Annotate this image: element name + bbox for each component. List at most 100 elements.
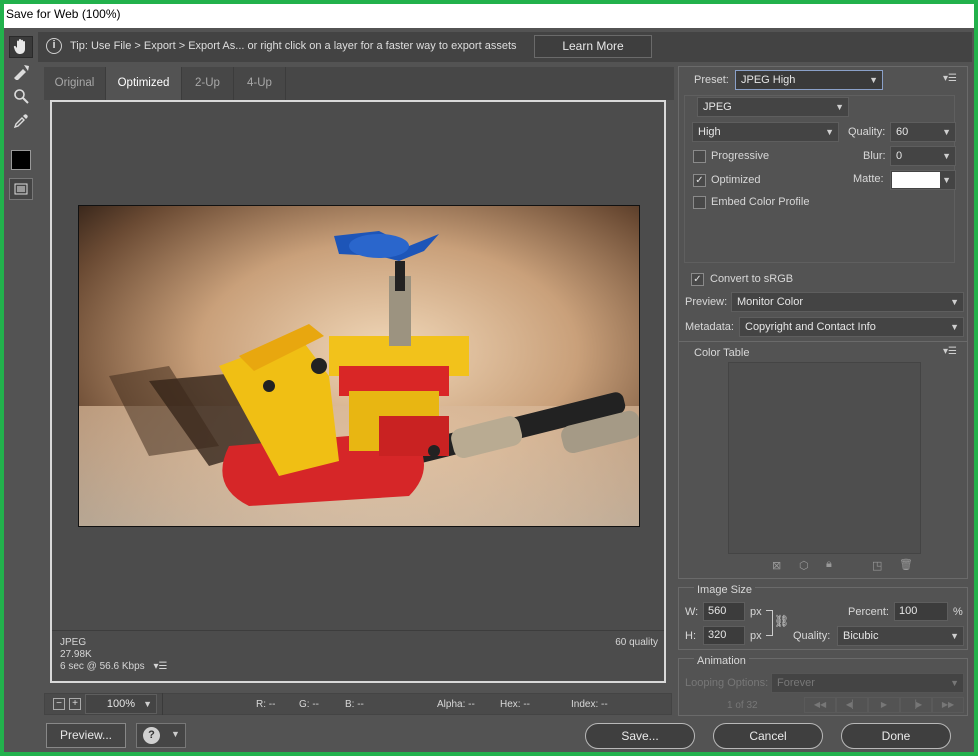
quality-value: 60 xyxy=(896,126,909,138)
chevron-down-icon: ▼ xyxy=(143,699,152,709)
download-speed-menu-icon[interactable]: ▾☰ xyxy=(153,661,167,672)
animation-title: Animation xyxy=(694,655,749,667)
resample-quality-value: Bicubic xyxy=(843,630,879,642)
metadata-label: Metadata: xyxy=(685,321,734,333)
chevron-down-icon: ▼ xyxy=(869,75,878,85)
lock-icon[interactable]: 🔒︎ xyxy=(826,558,832,571)
color-table-menu-icon[interactable]: ▾☰ xyxy=(943,346,957,357)
preview-quality: 60 quality xyxy=(615,637,658,648)
chevron-down-icon: ▼ xyxy=(950,631,959,641)
blur-value: 0 xyxy=(896,150,903,162)
frame-controls: ◀◀ ◀▏ ▶ ▕▶ ▶▶ xyxy=(804,697,964,713)
embed-color-profile-label: Embed Color Profile xyxy=(711,196,810,208)
chevron-down-icon: ▼ xyxy=(950,297,959,307)
matte-color-swatch xyxy=(892,172,940,188)
convert-srgb-label: Convert to sRGB xyxy=(710,273,794,285)
preset-label: Preset: xyxy=(694,74,729,86)
resample-quality-label: Quality: xyxy=(793,630,831,642)
file-format-select[interactable]: JPEG ▼ xyxy=(697,97,849,117)
next-frame-icon[interactable]: ▕▶ xyxy=(900,697,932,713)
first-frame-icon[interactable]: ◀◀ xyxy=(804,697,836,713)
new-color-icon[interactable]: ◳ xyxy=(872,559,882,572)
convert-srgb-checkbox[interactable]: ✓ xyxy=(691,273,704,286)
chevron-down-icon: ▼ xyxy=(942,127,951,137)
width-input[interactable]: 560 xyxy=(703,602,745,621)
resample-quality-select[interactable]: Bicubic ▼ xyxy=(837,626,964,646)
optimized-checkbox[interactable]: ✓ xyxy=(693,174,706,187)
preview-format: JPEG xyxy=(60,637,87,648)
preview-download-time: 6 sec @ 56.6 Kbps xyxy=(60,661,145,672)
chevron-down-icon: ▼ xyxy=(942,151,951,161)
save-button[interactable]: Save... xyxy=(585,723,695,749)
browser-preview-menu[interactable]: ? ▼ xyxy=(136,723,186,748)
tool-bar xyxy=(4,28,38,712)
tab-2-up[interactable]: 2-Up xyxy=(182,67,234,100)
optimized-image xyxy=(78,205,640,527)
eyedropper-color-swatch[interactable] xyxy=(11,150,31,170)
progressive-label: Progressive xyxy=(711,150,770,162)
quality-input[interactable]: 60 ▼ xyxy=(890,122,956,142)
image-size-title: Image Size xyxy=(694,584,756,596)
optimize-menu-icon[interactable]: ▾☰ xyxy=(943,73,957,84)
height-unit: px xyxy=(750,630,762,642)
red-value: R: -- xyxy=(256,699,276,710)
zoom-level-select[interactable]: 100% ▼ xyxy=(85,694,157,714)
preset-value: JPEG High xyxy=(741,74,796,86)
slice-select-tool-icon[interactable] xyxy=(9,61,33,83)
percent-input[interactable]: 100 xyxy=(894,602,948,621)
looping-value: Forever xyxy=(777,677,815,689)
zoom-out-icon[interactable]: − xyxy=(53,698,65,710)
quality-level-value: High xyxy=(698,126,721,138)
web-shift-icon[interactable]: ⬡ xyxy=(799,559,809,572)
alpha-value: Alpha: -- xyxy=(437,699,475,710)
preview-label: Preview: xyxy=(685,296,728,308)
optimized-label: Optimized xyxy=(711,174,761,186)
preview-color-select[interactable]: Monitor Color ▼ xyxy=(731,292,964,312)
toggle-slices-icon[interactable] xyxy=(9,178,33,200)
trash-icon[interactable]: 🗑︎ xyxy=(899,558,913,571)
tab-optimized[interactable]: Optimized xyxy=(106,67,182,100)
color-table-grid xyxy=(728,362,921,554)
height-input[interactable]: 320 xyxy=(703,626,745,645)
embed-color-profile-checkbox[interactable] xyxy=(693,196,706,209)
tab-4-up[interactable]: 4-Up xyxy=(234,67,286,100)
status-bar: − + 100% ▼ R: -- G: -- B: -- Alpha: -- He… xyxy=(44,693,672,715)
blue-value: B: -- xyxy=(345,699,364,710)
title-bar: Save for Web (100%) xyxy=(4,4,974,28)
map-colors-icon[interactable]: ⊠ xyxy=(772,559,781,572)
preview-button[interactable]: Preview... xyxy=(46,723,126,748)
info-icon: i xyxy=(46,38,62,54)
looping-select[interactable]: Forever ▼ xyxy=(771,673,964,693)
tip-bar: i Tip: Use File > Export > Export As... … xyxy=(38,32,972,62)
preset-select[interactable]: JPEG High ▼ xyxy=(735,70,883,90)
cancel-button[interactable]: Cancel xyxy=(713,723,823,749)
eyedropper-tool-icon[interactable] xyxy=(9,110,33,132)
zoom-level-value: 100% xyxy=(106,698,136,710)
preview-info: JPEG 27.98K 6 sec @ 56.6 Kbps ▾☰ xyxy=(60,637,167,673)
image-size-panel: Image Size W: 560 px H: 320 px ⛓︎ Percen… xyxy=(678,584,968,650)
play-icon[interactable]: ▶ xyxy=(868,697,900,713)
metadata-select[interactable]: Copyright and Contact Info ▼ xyxy=(739,317,964,337)
learn-more-button[interactable]: Learn More xyxy=(534,35,652,58)
looping-label: Looping Options: xyxy=(685,677,769,689)
hand-tool-icon[interactable] xyxy=(9,36,33,58)
blur-input[interactable]: 0 ▼ xyxy=(890,146,956,166)
animation-panel: Animation Looping Options: Forever ▼ 1 of… xyxy=(678,655,968,716)
link-constrain-icon[interactable]: ⛓︎ xyxy=(774,614,789,628)
tab-original[interactable]: Original xyxy=(44,67,106,100)
last-frame-icon[interactable]: ▶▶ xyxy=(932,697,964,713)
preview-pane[interactable]: JPEG 27.98K 6 sec @ 56.6 Kbps ▾☰ 60 qual… xyxy=(50,100,666,683)
zoom-in-icon[interactable]: + xyxy=(69,698,81,710)
preview-file-size: 27.98K xyxy=(60,649,92,660)
done-button[interactable]: Done xyxy=(841,723,951,749)
hex-value: Hex: -- xyxy=(500,699,530,710)
quality-label: Quality: xyxy=(848,126,886,138)
chevron-down-icon: ▼ xyxy=(835,102,844,112)
quality-level-select[interactable]: High ▼ xyxy=(692,122,839,142)
progressive-checkbox[interactable] xyxy=(693,150,706,163)
prev-frame-icon[interactable]: ◀▏ xyxy=(836,697,868,713)
width-unit: px xyxy=(750,606,762,618)
height-label: H: xyxy=(685,630,696,642)
zoom-tool-icon[interactable] xyxy=(9,85,33,107)
matte-select[interactable]: ▼ xyxy=(890,170,956,190)
